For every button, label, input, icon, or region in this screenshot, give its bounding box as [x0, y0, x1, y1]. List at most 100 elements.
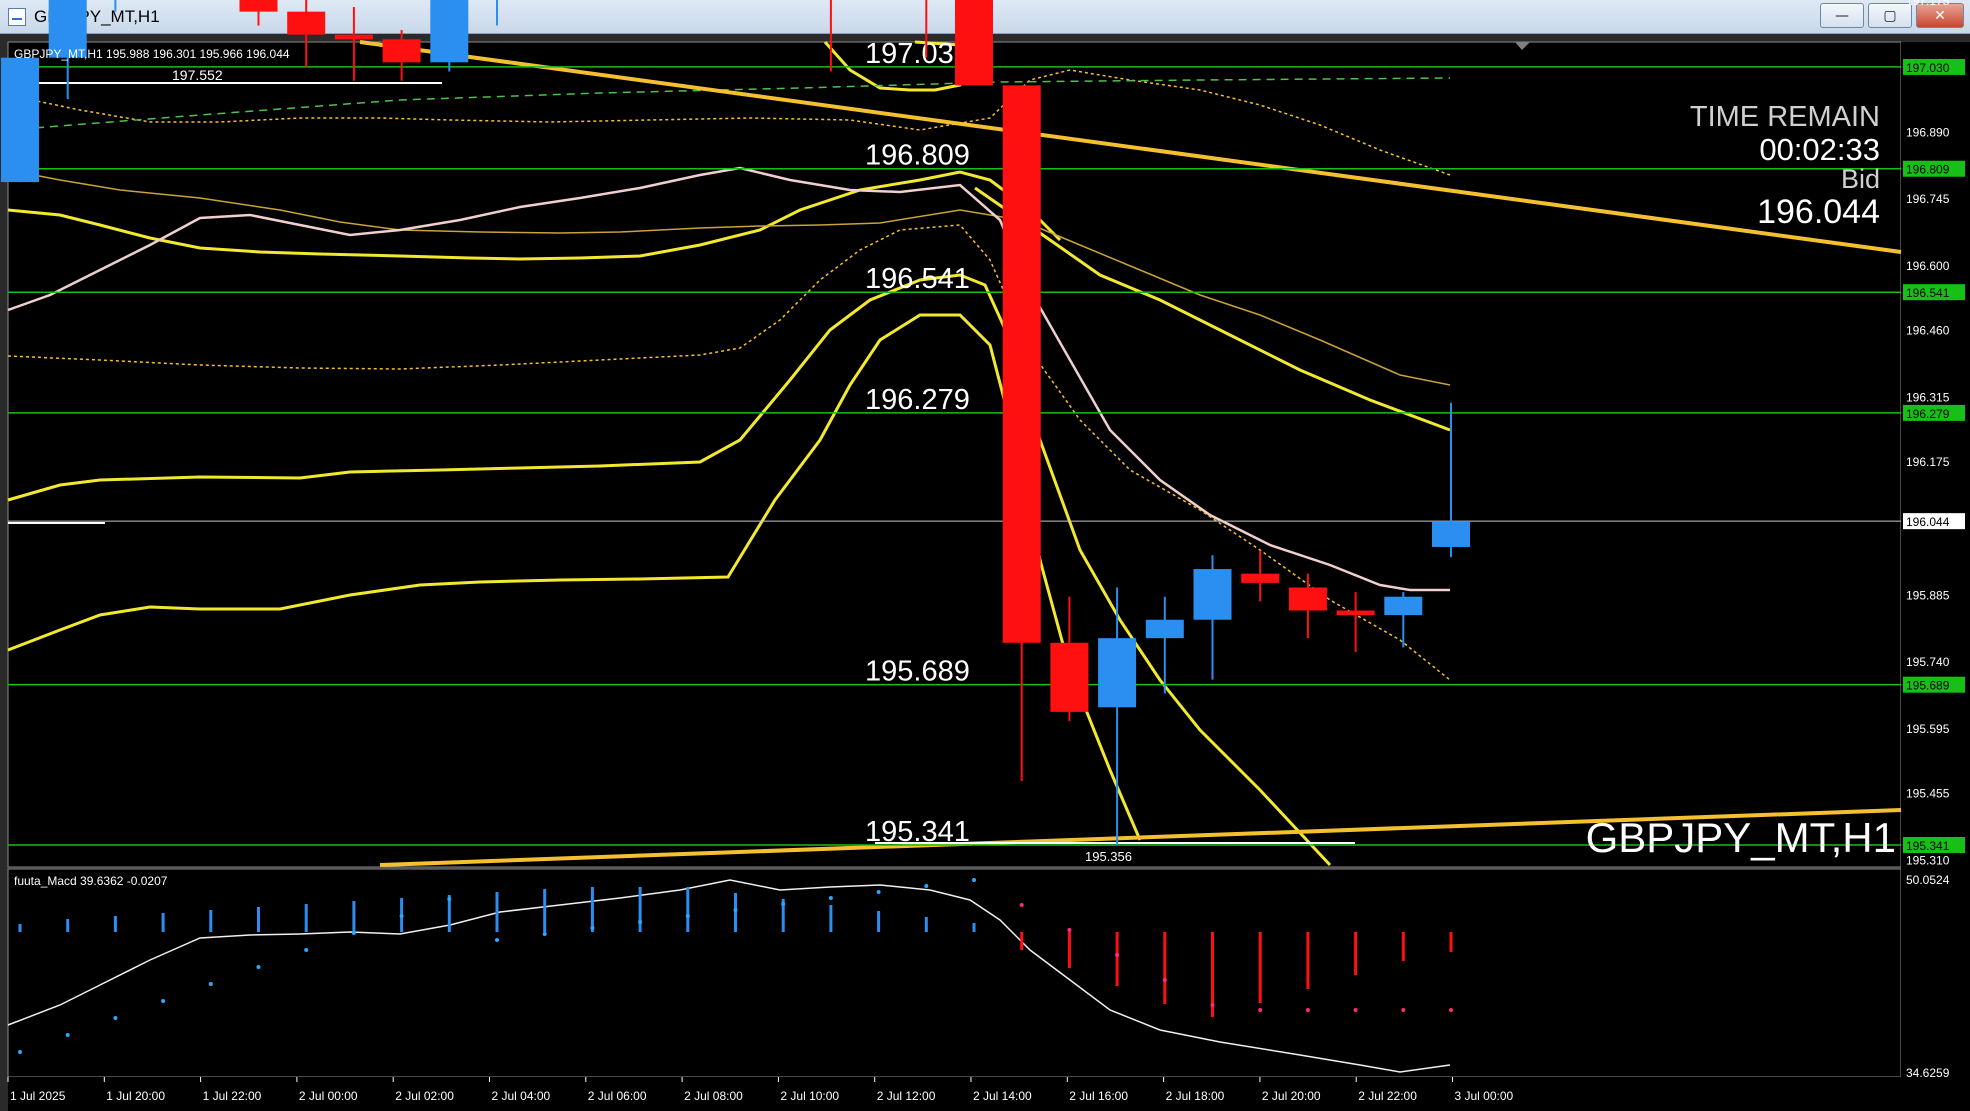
- chart-canvas[interactable]: 197.209197.209197.030197.030196.809196.8…: [0, 0, 1970, 1111]
- chart-info: GBPJPY_MT,H1 195.988 196.301 195.966 196…: [14, 47, 290, 61]
- macd-dot: [685, 914, 690, 918]
- macd-dot: [924, 884, 929, 888]
- macd-dot: [972, 878, 976, 882]
- price-axis-label: 197.175: [1906, 0, 1950, 8]
- macd-dot: [1067, 928, 1072, 932]
- candle[interactable]: [430, 0, 469, 72]
- macd-dot: [1449, 1008, 1453, 1012]
- time-axis-label: 2 Jul 20:00: [1262, 1089, 1321, 1103]
- low-price-label: 195.356: [1085, 849, 1132, 864]
- time-axis-label: 2 Jul 10:00: [780, 1089, 839, 1103]
- time-axis-label: 2 Jul 04:00: [492, 1089, 551, 1103]
- time-axis-label: 2 Jul 14:00: [973, 1089, 1032, 1103]
- macd-dot: [351, 931, 356, 935]
- level-label: 197.030: [865, 38, 970, 70]
- candle-body: [1288, 587, 1327, 611]
- level-label: 196.279: [865, 384, 970, 416]
- macd-dot: [1019, 903, 1024, 907]
- candle-body: [430, 0, 469, 63]
- price-axis-label: 196.890: [1906, 125, 1950, 139]
- macd-dot: [256, 965, 261, 969]
- bid-value: 196.044: [1757, 193, 1880, 231]
- price-axis-label: 196.600: [1906, 259, 1950, 273]
- time-axis-label: 2 Jul 06:00: [588, 1089, 647, 1103]
- candle-body: [287, 11, 326, 35]
- time-axis-label: 1 Jul 20:00: [106, 1089, 165, 1103]
- time-axis-label: 2 Jul 12:00: [877, 1089, 936, 1103]
- price-axis-label: 195.455: [1906, 786, 1950, 800]
- time-axis-label: 1 Jul 2025: [10, 1089, 66, 1103]
- candle-body: [1241, 573, 1280, 583]
- macd-dot: [542, 932, 547, 936]
- macd-dot: [65, 1033, 70, 1037]
- macd-dot: [399, 914, 404, 918]
- macd-dot: [447, 897, 452, 901]
- level-tag-text: 196.541: [1906, 286, 1950, 300]
- price-axis-label: 196.745: [1906, 192, 1950, 206]
- price-axis-label: 195.885: [1906, 588, 1950, 602]
- candle-body: [1002, 85, 1041, 643]
- macd-dot: [781, 902, 786, 906]
- candle-body: [1384, 596, 1423, 616]
- level-label: 196.809: [865, 140, 970, 172]
- price-axis-label: 196.315: [1906, 390, 1950, 404]
- macd-dot: [733, 908, 738, 912]
- level-tag-text: 197.030: [1906, 61, 1950, 75]
- macd-dot: [1162, 978, 1167, 982]
- candle-body: [1098, 638, 1137, 708]
- price-axis-label: 195.595: [1906, 722, 1950, 736]
- macd-dot: [1305, 1008, 1310, 1012]
- candle-body: [334, 34, 373, 40]
- level-tag-text: 195.689: [1906, 679, 1950, 693]
- price-axis-label: 195.310: [1906, 853, 1950, 867]
- level-tag-text: 195.341: [1906, 839, 1950, 853]
- time-remain-value: 00:02:33: [1759, 132, 1880, 167]
- macd-dot: [1353, 1008, 1358, 1012]
- macd-dot: [1401, 1008, 1406, 1012]
- candle[interactable]: [955, 0, 993, 86]
- current-price-tag-text: 196.044: [1906, 515, 1950, 529]
- candle-body: [955, 0, 993, 86]
- candle-body: [239, 0, 278, 12]
- level-label: 196.541: [865, 263, 970, 295]
- time-axis-label: 2 Jul 22:00: [1358, 1089, 1417, 1103]
- price-axis-label: 195.740: [1906, 655, 1950, 669]
- time-axis-label: 2 Jul 00:00: [299, 1089, 358, 1103]
- macd-dot: [208, 982, 213, 986]
- candle[interactable]: [239, 0, 278, 26]
- macd-dot: [161, 999, 166, 1003]
- macd-dot: [1210, 1003, 1215, 1007]
- bid-label: Bid: [1841, 164, 1880, 194]
- macd-dot: [1258, 1008, 1263, 1012]
- candle-body: [1336, 610, 1375, 616]
- level-label: 195.341: [865, 816, 970, 848]
- candle[interactable]: [96, 0, 134, 12]
- price-axis-label: 196.460: [1906, 324, 1950, 338]
- candle-body: [382, 39, 421, 63]
- time-axis-label: 2 Jul 02:00: [395, 1089, 454, 1103]
- candle[interactable]: [1, 57, 39, 183]
- macd-dot: [638, 920, 643, 924]
- macd-dot: [495, 938, 499, 942]
- macd-dot: [18, 1050, 22, 1054]
- macd-dot: [304, 948, 309, 952]
- macd-label: fuuta_Macd 39.6362 -0.0207: [14, 874, 168, 888]
- time-axis-label: 2 Jul 18:00: [1166, 1089, 1225, 1103]
- level-tag-text: 196.279: [1906, 407, 1950, 421]
- price-axis-label: 196.175: [1906, 455, 1950, 469]
- top-level-label: 197.552: [172, 67, 223, 83]
- level-label: 195.689: [865, 656, 970, 688]
- time-axis-label: 1 Jul 22:00: [203, 1089, 262, 1103]
- candle-body: [1432, 521, 1470, 547]
- candle[interactable]: [478, 0, 516, 26]
- time-axis-label: 2 Jul 08:00: [684, 1089, 743, 1103]
- candle-body: [1193, 569, 1232, 620]
- candle-body: [1050, 642, 1089, 712]
- macd-pane[interactable]: [7, 868, 1902, 1078]
- macd-dot: [876, 890, 881, 894]
- macd-axis-top: 50.0524: [1906, 873, 1950, 887]
- macd-dot: [590, 926, 595, 930]
- time-axis-label: 3 Jul 00:00: [1455, 1089, 1514, 1103]
- time-axis-label: 2 Jul 16:00: [1069, 1089, 1128, 1103]
- level-tag-text: 196.809: [1906, 163, 1950, 177]
